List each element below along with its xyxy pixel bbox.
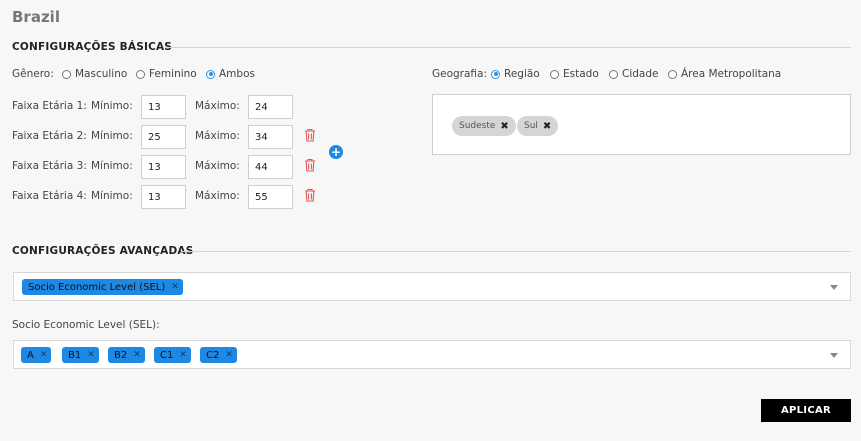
remove-chip-icon[interactable]: ✕	[171, 282, 179, 292]
max-label: Máximo:	[195, 100, 240, 112]
sel-chip: B2 ✕	[108, 347, 145, 363]
chevron-down-icon[interactable]	[830, 353, 838, 358]
remove-chip-icon[interactable]: ✕	[40, 350, 48, 360]
chip-label: B1	[68, 349, 82, 361]
sel-chip: C2 ✕	[200, 347, 237, 363]
chip-label: Socio Economic Level (SEL)	[28, 281, 166, 293]
chip-label: B2	[114, 349, 128, 361]
chip-label: A	[27, 349, 34, 361]
remove-chip-icon[interactable]: ✕	[225, 350, 233, 360]
remove-chip-icon[interactable]: ✖	[543, 121, 551, 132]
radio-label: Ambos	[219, 68, 255, 80]
gender-radio-feminino[interactable]: Feminino	[136, 68, 197, 80]
geography-selection-box[interactable]: Sudeste ✖ Sul ✖	[432, 94, 851, 155]
gender-radio-masculino[interactable]: Masculino	[62, 68, 127, 80]
radio-icon	[609, 69, 618, 79]
radio-label: Masculino	[75, 68, 128, 80]
remove-chip-icon[interactable]: ✖	[500, 121, 508, 132]
age-range-label: Faixa Etária 3:	[12, 160, 87, 172]
trash-icon[interactable]	[304, 188, 316, 202]
gender-label: Gênero:	[12, 68, 54, 80]
age-max-input[interactable]	[248, 185, 293, 209]
radio-label: Feminino	[149, 68, 197, 80]
radio-selected-icon	[206, 69, 215, 79]
sel-chip: B1 ✕	[62, 347, 99, 363]
add-age-range-plus-icon[interactable]: +	[329, 145, 343, 159]
age-min-input[interactable]	[141, 155, 186, 179]
trash-icon[interactable]	[304, 158, 316, 172]
age-range-label: Faixa Etária 1:	[12, 100, 87, 112]
radio-icon	[136, 69, 145, 79]
sel-chip: C1 ✕	[154, 347, 191, 363]
geography-label: Geografia:	[432, 68, 488, 80]
radio-label: Área Metropolitana	[681, 68, 782, 80]
geography-radio-estado[interactable]: Estado	[550, 68, 599, 80]
trash-icon[interactable]	[304, 128, 316, 142]
radio-icon	[668, 69, 677, 79]
section-divider	[165, 47, 851, 48]
age-max-input[interactable]	[248, 125, 293, 149]
chip-label: Sudeste	[459, 121, 496, 131]
advanced-filter-select[interactable]: Socio Economic Level (SEL) ✕	[13, 272, 851, 301]
remove-chip-icon[interactable]: ✕	[87, 350, 95, 360]
max-label: Máximo:	[195, 160, 240, 172]
min-label: Mínimo:	[91, 130, 133, 142]
geography-radio-regiao[interactable]: Região	[491, 68, 540, 80]
filter-chip: Socio Economic Level (SEL) ✕	[22, 279, 183, 295]
chip-label: C2	[206, 349, 220, 361]
section-divider	[181, 251, 851, 252]
sel-chip: A ✕	[21, 347, 52, 363]
min-label: Mínimo:	[91, 160, 133, 172]
age-max-input[interactable]	[248, 155, 293, 179]
age-min-input[interactable]	[141, 125, 186, 149]
geography-radio-cidade[interactable]: Cidade	[609, 68, 658, 80]
age-max-input[interactable]	[248, 95, 293, 119]
radio-label: Estado	[563, 68, 599, 80]
radio-icon	[550, 69, 559, 79]
age-range-label: Faixa Etária 2:	[12, 130, 87, 142]
chevron-down-icon[interactable]	[830, 285, 838, 290]
sel-select[interactable]: A ✕ B1 ✕ B2 ✕ C1 ✕ C2 ✕	[13, 340, 851, 369]
radio-label: Cidade	[622, 68, 659, 80]
radio-label: Região	[504, 68, 540, 80]
geography-radio-area-metropolitana[interactable]: Área Metropolitana	[668, 68, 781, 80]
min-label: Mínimo:	[91, 100, 133, 112]
radio-icon	[62, 69, 71, 79]
advanced-settings-heading: CONFIGURAÇÕES AVANÇADAS	[12, 245, 194, 257]
apply-button[interactable]: APLICAR	[761, 399, 851, 422]
remove-chip-icon[interactable]: ✕	[179, 350, 187, 360]
gender-radio-ambos[interactable]: Ambos	[206, 68, 255, 80]
remove-chip-icon[interactable]: ✕	[133, 350, 141, 360]
age-range-label: Faixa Etária 4:	[12, 190, 87, 202]
page-title: Brazil	[12, 8, 60, 26]
chip-label: C1	[160, 349, 174, 361]
basic-settings-heading: CONFIGURAÇÕES BÁSICAS	[12, 41, 173, 53]
max-label: Máximo:	[195, 190, 240, 202]
geography-chip: Sudeste ✖	[452, 116, 516, 136]
chip-label: Sul	[524, 121, 538, 131]
age-min-input[interactable]	[141, 95, 186, 119]
geography-chip: Sul ✖	[517, 116, 559, 136]
max-label: Máximo:	[195, 130, 240, 142]
min-label: Mínimo:	[91, 190, 133, 202]
radio-selected-icon	[491, 69, 500, 79]
sel-label: Socio Economic Level (SEL):	[12, 319, 160, 331]
age-min-input[interactable]	[141, 185, 186, 209]
